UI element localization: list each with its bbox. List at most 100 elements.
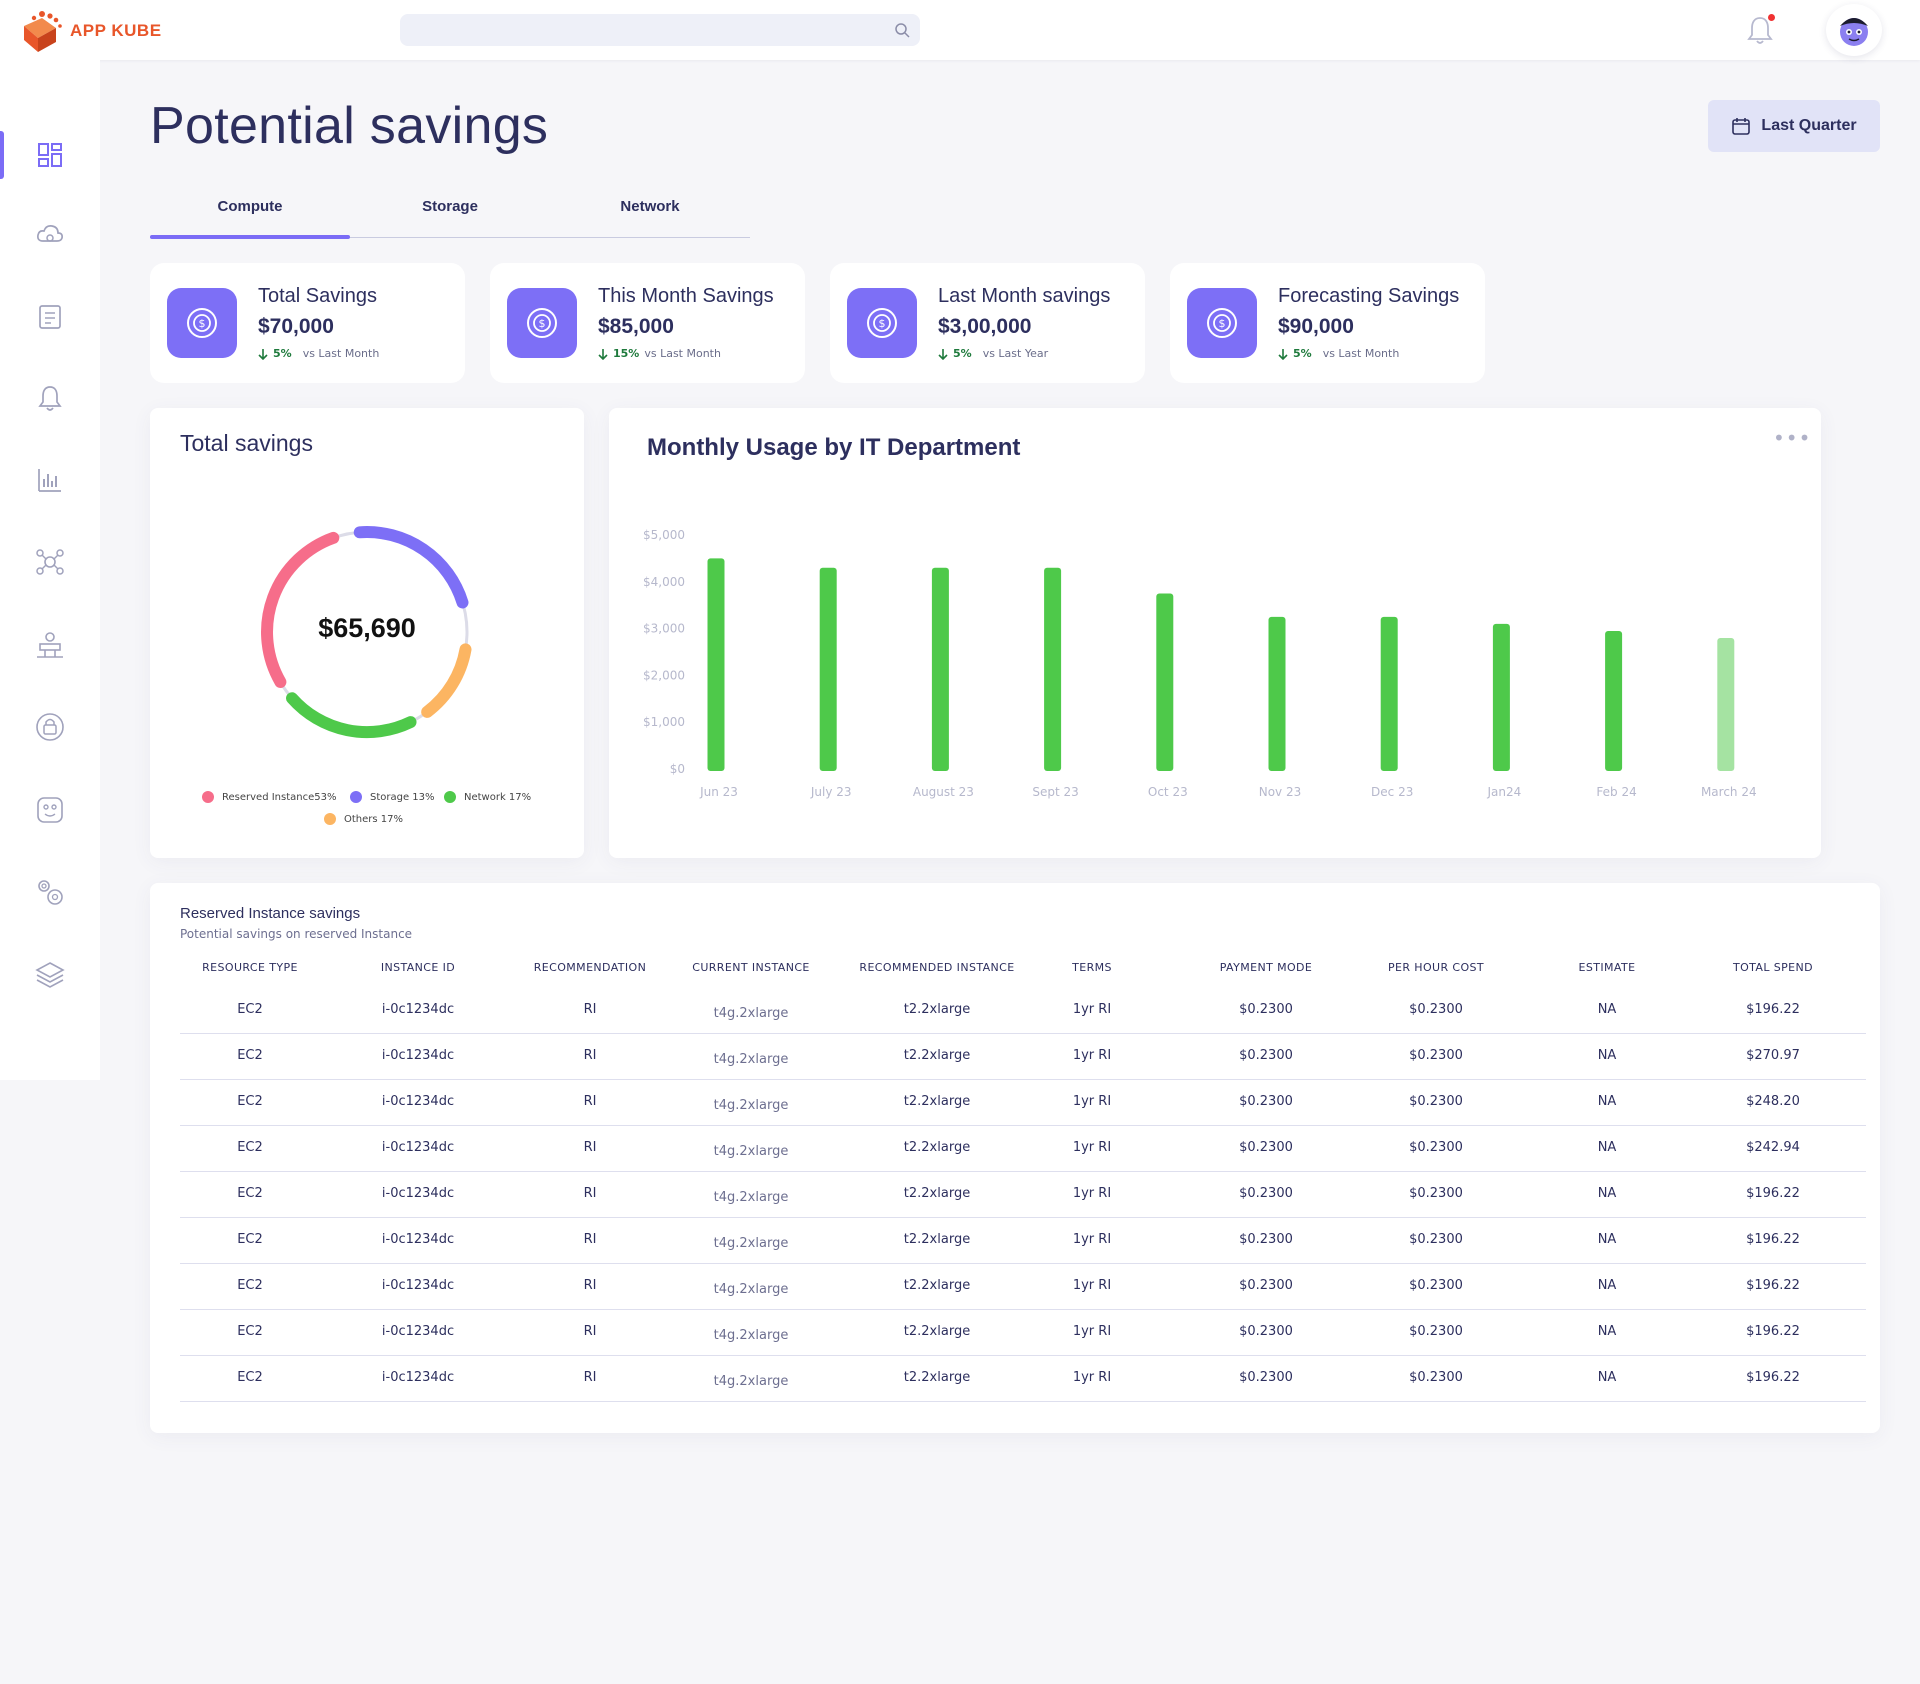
table-cell: EC2 xyxy=(237,1048,263,1063)
sidebar-item-settings[interactable] xyxy=(0,862,100,922)
sidebar-item-layers[interactable] xyxy=(0,945,100,1005)
table-cell: 1yr RI xyxy=(1072,1048,1112,1063)
column-header[interactable]: RECOMMENDED INSTANCE xyxy=(857,961,1017,974)
sidebar-item-network[interactable] xyxy=(0,532,100,592)
layers-icon xyxy=(35,962,65,988)
bar-feb-24[interactable] xyxy=(1605,630,1623,771)
table-row[interactable]: EC2 i-0c1234dc RI t4g.2xlarge t2.2xlarge 1yr … xyxy=(180,1264,1866,1310)
table-row[interactable]: EC2 i-0c1234dc RI t4g.2xlarge t2.2xlarge 1yr … xyxy=(180,988,1866,1034)
x-tick-label: Feb 24 xyxy=(1596,785,1636,799)
kpi-delta: 15% vs Last Month xyxy=(598,347,721,360)
column-header[interactable]: TOTAL SPEND xyxy=(1693,961,1853,974)
table-cell: 1yr RI xyxy=(1072,1140,1112,1155)
table-cell: EC2 xyxy=(237,1324,263,1339)
sidebar-item-dashboard[interactable] xyxy=(0,125,100,185)
sidebar-item-alerts[interactable] xyxy=(0,368,100,428)
kpi-delta: 5% vs Last Month xyxy=(1278,347,1399,360)
table-row[interactable]: EC2 i-0c1234dc RI t4g.2xlarge t2.2xlarge 1yr … xyxy=(180,1356,1866,1402)
table-cell: $0.2300 xyxy=(1239,1048,1293,1063)
table-row[interactable]: EC2 i-0c1234dc RI t4g.2xlarge t2.2xlarge 1yr … xyxy=(180,1172,1866,1218)
table-cell: t2.2xlarge xyxy=(903,1232,971,1247)
donut-slice-others xyxy=(421,643,472,718)
table-cell: EC2 xyxy=(237,1140,263,1155)
table-row[interactable]: EC2 i-0c1234dc RI t4g.2xlarge t2.2xlarge 1yr … xyxy=(180,1080,1866,1126)
sidebar-item-integrations[interactable] xyxy=(0,780,100,840)
y-tick-label: $1,000 xyxy=(643,715,685,729)
legend-dot xyxy=(202,791,214,803)
table-cell: RI xyxy=(583,1048,597,1063)
legend-label: Storage 13% xyxy=(370,791,435,803)
svg-text:$: $ xyxy=(1219,317,1226,330)
column-header[interactable]: PER HOUR COST xyxy=(1356,961,1516,974)
savings-coin-icon: $ xyxy=(1187,288,1257,358)
tab-bar: Compute Storage Network xyxy=(150,190,750,239)
table-cell: $270.97 xyxy=(1746,1048,1800,1063)
notifications-button[interactable] xyxy=(1745,14,1775,50)
column-header[interactable]: RECOMMENDATION xyxy=(510,961,670,974)
bar-oct-23[interactable] xyxy=(1156,593,1174,772)
table-row[interactable]: EC2 i-0c1234dc RI t4g.2xlarge t2.2xlarge 1yr … xyxy=(180,1218,1866,1264)
column-header[interactable]: TERMS xyxy=(1012,961,1172,974)
table-cell: i-0c1234dc xyxy=(381,1140,455,1155)
svg-text:$: $ xyxy=(879,317,886,330)
svg-text:$: $ xyxy=(199,317,206,330)
x-tick-label: July 23 xyxy=(810,785,852,799)
search-input[interactable] xyxy=(400,14,920,46)
donut-center-value: $65,690 xyxy=(318,613,416,643)
arrow-down-icon xyxy=(258,348,268,360)
table-cell: 1yr RI xyxy=(1072,1324,1112,1339)
table-cell: t4g.2xlarge xyxy=(713,1098,789,1113)
bar-dec-23[interactable] xyxy=(1380,616,1398,771)
settings-icon xyxy=(38,880,63,905)
sidebar-item-security[interactable] xyxy=(0,697,100,757)
legend-storage: Storage 13% xyxy=(350,791,435,803)
bar-jan24[interactable] xyxy=(1492,623,1510,771)
savings-coin-icon: $ xyxy=(507,288,577,358)
table-row[interactable]: EC2 i-0c1234dc RI t4g.2xlarge t2.2xlarge 1yr … xyxy=(180,1310,1866,1356)
table-cell: t4g.2xlarge xyxy=(713,1052,789,1067)
arrow-down-icon xyxy=(938,348,948,360)
column-header[interactable]: PAYMENT MODE xyxy=(1186,961,1346,974)
table-cell: $196.22 xyxy=(1746,1232,1800,1247)
kpi-label: Last Month savings xyxy=(938,285,1111,307)
kpi-card-forecasting[interactable]: $ Forecasting Savings $90,000 5% vs Last … xyxy=(1170,263,1485,383)
kpi-card-last-month[interactable]: $ Last Month savings $3,00,000 5% vs Last… xyxy=(830,263,1145,383)
table-cell: $0.2300 xyxy=(1409,1002,1463,1017)
kpi-label: This Month Savings xyxy=(598,285,774,307)
donut-slice-storage xyxy=(353,526,469,609)
kpi-value: $3,00,000 xyxy=(938,315,1032,338)
table-row[interactable]: EC2 i-0c1234dc RI t4g.2xlarge t2.2xlarge 1yr … xyxy=(180,1034,1866,1080)
tab-network[interactable]: Network xyxy=(550,198,750,215)
date-range-button[interactable]: Last Quarter xyxy=(1708,100,1880,152)
search-icon[interactable] xyxy=(894,22,910,38)
table-row[interactable]: EC2 i-0c1234dc RI t4g.2xlarge t2.2xlarge 1yr … xyxy=(180,1126,1866,1172)
table-cell: NA xyxy=(1597,1048,1617,1063)
user-avatar[interactable] xyxy=(1826,4,1882,56)
table-cell: 1yr RI xyxy=(1072,1094,1112,1109)
sidebar-item-cloud[interactable] xyxy=(0,205,100,265)
cube-logo-icon xyxy=(24,11,62,52)
kpi-card-total-savings[interactable]: $ Total Savings $70,000 5% vs Last Month xyxy=(150,263,465,383)
kpi-card-this-month[interactable]: $ This Month Savings $85,000 15% vs Last … xyxy=(490,263,805,383)
tab-storage[interactable]: Storage xyxy=(350,198,550,215)
bar-sept-23[interactable] xyxy=(1044,567,1062,771)
bar-march-24[interactable] xyxy=(1717,637,1735,771)
column-header[interactable]: ESTIMATE xyxy=(1527,961,1687,974)
column-header[interactable]: CURRENT INSTANCE xyxy=(671,961,831,974)
bar-nov-23[interactable] xyxy=(1268,616,1286,771)
bar-july-23[interactable] xyxy=(819,567,837,771)
tab-compute[interactable]: Compute xyxy=(150,198,350,215)
column-header[interactable]: INSTANCE ID xyxy=(338,961,498,974)
bar-chart: $5,000 $4,000 $3,000 $2,000 $1,000 $0 Jun 23 Ju… xyxy=(643,528,1757,799)
app-logo[interactable]: APP KUBE xyxy=(20,8,162,54)
bar-august-23[interactable] xyxy=(931,567,949,771)
bar-jun-23[interactable] xyxy=(707,558,725,771)
kpi-delta-percent: 5% xyxy=(1293,347,1312,360)
sidebar-item-infrastructure[interactable] xyxy=(0,615,100,675)
sidebar-item-reports[interactable] xyxy=(0,450,100,510)
column-header[interactable]: RESOURCE TYPE xyxy=(170,961,330,974)
sidebar-item-documents[interactable] xyxy=(0,287,100,347)
kpi-compare-text: vs Last Month xyxy=(644,347,721,360)
table-cell: t4g.2xlarge xyxy=(713,1144,789,1159)
table-cell: $0.2300 xyxy=(1409,1094,1463,1109)
